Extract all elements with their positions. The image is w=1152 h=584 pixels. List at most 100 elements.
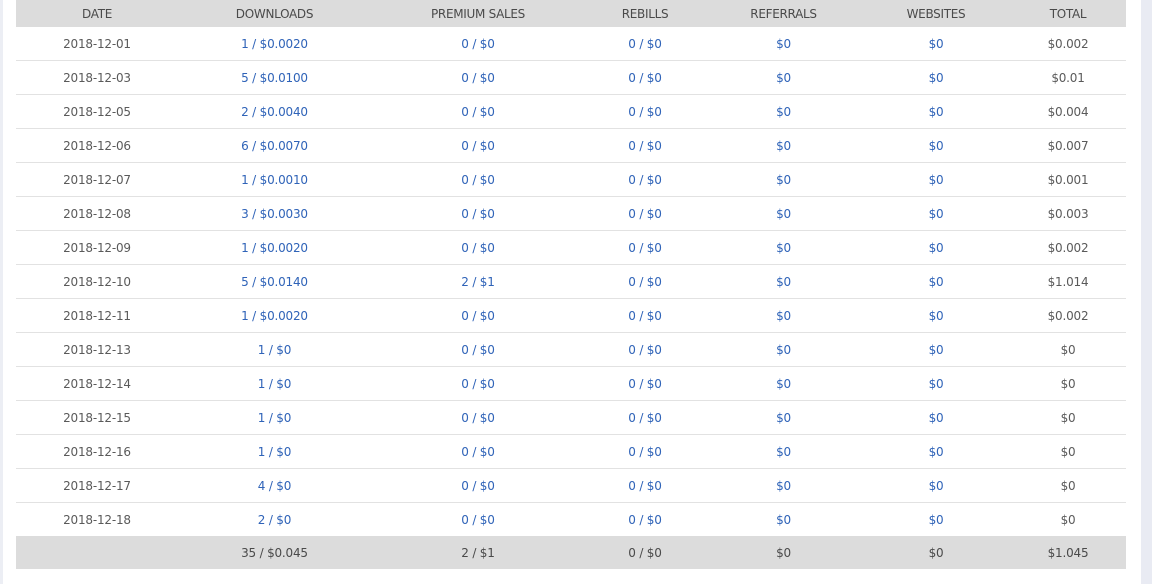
cell-premium-sales[interactable]: 0 / $0 bbox=[371, 468, 585, 503]
totals-downloads: 35 / $0.045 bbox=[178, 536, 371, 569]
totals-rebills: 0 / $0 bbox=[585, 536, 705, 569]
cell-total: $0 bbox=[1010, 468, 1126, 503]
cell-date: 2018-12-07 bbox=[16, 162, 178, 197]
cell-downloads[interactable]: 3 / $0.0030 bbox=[178, 196, 371, 231]
cell-rebills[interactable]: 0 / $0 bbox=[585, 298, 705, 333]
cell-downloads[interactable]: 1 / $0 bbox=[178, 400, 371, 435]
cell-date: 2018-12-15 bbox=[16, 400, 178, 435]
cell-websites[interactable]: $0 bbox=[862, 264, 1010, 299]
cell-premium-sales[interactable]: 0 / $0 bbox=[371, 230, 585, 265]
cell-referrals[interactable]: $0 bbox=[705, 196, 862, 231]
cell-date: 2018-12-17 bbox=[16, 468, 178, 503]
cell-websites[interactable]: $0 bbox=[862, 230, 1010, 265]
cell-premium-sales[interactable]: 0 / $0 bbox=[371, 27, 585, 61]
cell-downloads[interactable]: 1 / $0 bbox=[178, 332, 371, 367]
cell-downloads[interactable]: 1 / $0.0020 bbox=[178, 298, 371, 333]
cell-downloads[interactable]: 2 / $0 bbox=[178, 502, 371, 536]
cell-premium-sales[interactable]: 0 / $0 bbox=[371, 502, 585, 536]
cell-downloads[interactable]: 1 / $0 bbox=[178, 366, 371, 401]
cell-rebills[interactable]: 0 / $0 bbox=[585, 60, 705, 95]
cell-referrals[interactable]: $0 bbox=[705, 94, 862, 129]
cell-downloads[interactable]: 1 / $0.0010 bbox=[178, 162, 371, 197]
cell-rebills[interactable]: 0 / $0 bbox=[585, 366, 705, 401]
table-row: 2018-12-15 1 / $0 0 / $0 0 / $0 $0 $0 $0 bbox=[16, 400, 1126, 435]
cell-total: $0.007 bbox=[1010, 128, 1126, 163]
cell-rebills[interactable]: 0 / $0 bbox=[585, 468, 705, 503]
cell-premium-sales[interactable]: 0 / $0 bbox=[371, 128, 585, 163]
cell-downloads[interactable]: 5 / $0.0100 bbox=[178, 60, 371, 95]
cell-referrals[interactable]: $0 bbox=[705, 502, 862, 536]
cell-premium-sales[interactable]: 0 / $0 bbox=[371, 196, 585, 231]
cell-rebills[interactable]: 0 / $0 bbox=[585, 502, 705, 536]
cell-rebills[interactable]: 0 / $0 bbox=[585, 400, 705, 435]
cell-websites[interactable]: $0 bbox=[862, 332, 1010, 367]
cell-referrals[interactable]: $0 bbox=[705, 128, 862, 163]
cell-websites[interactable]: $0 bbox=[862, 94, 1010, 129]
cell-date: 2018-12-08 bbox=[16, 196, 178, 231]
cell-premium-sales[interactable]: 0 / $0 bbox=[371, 60, 585, 95]
cell-downloads[interactable]: 4 / $0 bbox=[178, 468, 371, 503]
cell-websites[interactable]: $0 bbox=[862, 468, 1010, 503]
cell-premium-sales[interactable]: 2 / $1 bbox=[371, 264, 585, 299]
cell-websites[interactable]: $0 bbox=[862, 60, 1010, 95]
header-date: DATE bbox=[16, 0, 178, 27]
cell-downloads[interactable]: 5 / $0.0140 bbox=[178, 264, 371, 299]
cell-rebills[interactable]: 0 / $0 bbox=[585, 27, 705, 61]
cell-referrals[interactable]: $0 bbox=[705, 27, 862, 61]
cell-rebills[interactable]: 0 / $0 bbox=[585, 128, 705, 163]
cell-premium-sales[interactable]: 0 / $0 bbox=[371, 162, 585, 197]
cell-referrals[interactable]: $0 bbox=[705, 468, 862, 503]
cell-premium-sales[interactable]: 0 / $0 bbox=[371, 332, 585, 367]
cell-referrals[interactable]: $0 bbox=[705, 400, 862, 435]
cell-date: 2018-12-13 bbox=[16, 332, 178, 367]
cell-total: $0.001 bbox=[1010, 162, 1126, 197]
cell-websites[interactable]: $0 bbox=[862, 196, 1010, 231]
cell-total: $0.01 bbox=[1010, 60, 1126, 95]
cell-websites[interactable]: $0 bbox=[862, 128, 1010, 163]
cell-rebills[interactable]: 0 / $0 bbox=[585, 94, 705, 129]
cell-rebills[interactable]: 0 / $0 bbox=[585, 196, 705, 231]
cell-downloads[interactable]: 2 / $0.0040 bbox=[178, 94, 371, 129]
stats-page: DATE DOWNLOADS PREMIUM SALES REBILLS REF… bbox=[0, 0, 1152, 584]
cell-referrals[interactable]: $0 bbox=[705, 230, 862, 265]
cell-rebills[interactable]: 0 / $0 bbox=[585, 162, 705, 197]
cell-downloads[interactable]: 1 / $0.0020 bbox=[178, 230, 371, 265]
header-referrals: REFERRALS bbox=[705, 0, 862, 27]
cell-total: $0.004 bbox=[1010, 94, 1126, 129]
cell-websites[interactable]: $0 bbox=[862, 502, 1010, 536]
table-footer: 35 / $0.045 2 / $1 0 / $0 $0 $0 $1.045 bbox=[16, 536, 1126, 569]
cell-premium-sales[interactable]: 0 / $0 bbox=[371, 366, 585, 401]
cell-date: 2018-12-06 bbox=[16, 128, 178, 163]
cell-referrals[interactable]: $0 bbox=[705, 264, 862, 299]
cell-referrals[interactable]: $0 bbox=[705, 60, 862, 95]
table-row: 2018-12-10 5 / $0.0140 2 / $1 0 / $0 $0 $0 $1.… bbox=[16, 264, 1126, 299]
cell-downloads[interactable]: 1 / $0.0020 bbox=[178, 27, 371, 61]
cell-rebills[interactable]: 0 / $0 bbox=[585, 332, 705, 367]
cell-premium-sales[interactable]: 0 / $0 bbox=[371, 400, 585, 435]
cell-premium-sales[interactable]: 0 / $0 bbox=[371, 94, 585, 129]
table-row: 2018-12-18 2 / $0 0 / $0 0 / $0 $0 $0 $0 bbox=[16, 502, 1126, 536]
cell-websites[interactable]: $0 bbox=[862, 400, 1010, 435]
cell-downloads[interactable]: 6 / $0.0070 bbox=[178, 128, 371, 163]
cell-websites[interactable]: $0 bbox=[862, 434, 1010, 469]
cell-date: 2018-12-09 bbox=[16, 230, 178, 265]
cell-referrals[interactable]: $0 bbox=[705, 162, 862, 197]
cell-premium-sales[interactable]: 0 / $0 bbox=[371, 298, 585, 333]
cell-websites[interactable]: $0 bbox=[862, 366, 1010, 401]
cell-referrals[interactable]: $0 bbox=[705, 366, 862, 401]
cell-referrals[interactable]: $0 bbox=[705, 332, 862, 367]
cell-websites[interactable]: $0 bbox=[862, 27, 1010, 61]
cell-downloads[interactable]: 1 / $0 bbox=[178, 434, 371, 469]
cell-websites[interactable]: $0 bbox=[862, 162, 1010, 197]
header-websites: WEBSITES bbox=[862, 0, 1010, 27]
cell-referrals[interactable]: $0 bbox=[705, 434, 862, 469]
cell-premium-sales[interactable]: 0 / $0 bbox=[371, 434, 585, 469]
cell-rebills[interactable]: 0 / $0 bbox=[585, 434, 705, 469]
cell-websites[interactable]: $0 bbox=[862, 298, 1010, 333]
cell-rebills[interactable]: 0 / $0 bbox=[585, 264, 705, 299]
table-header: DATE DOWNLOADS PREMIUM SALES REBILLS REF… bbox=[16, 0, 1126, 27]
cell-rebills[interactable]: 0 / $0 bbox=[585, 230, 705, 265]
cell-referrals[interactable]: $0 bbox=[705, 298, 862, 333]
totals-premium-sales: 2 / $1 bbox=[371, 536, 585, 569]
header-rebills: REBILLS bbox=[585, 0, 705, 27]
